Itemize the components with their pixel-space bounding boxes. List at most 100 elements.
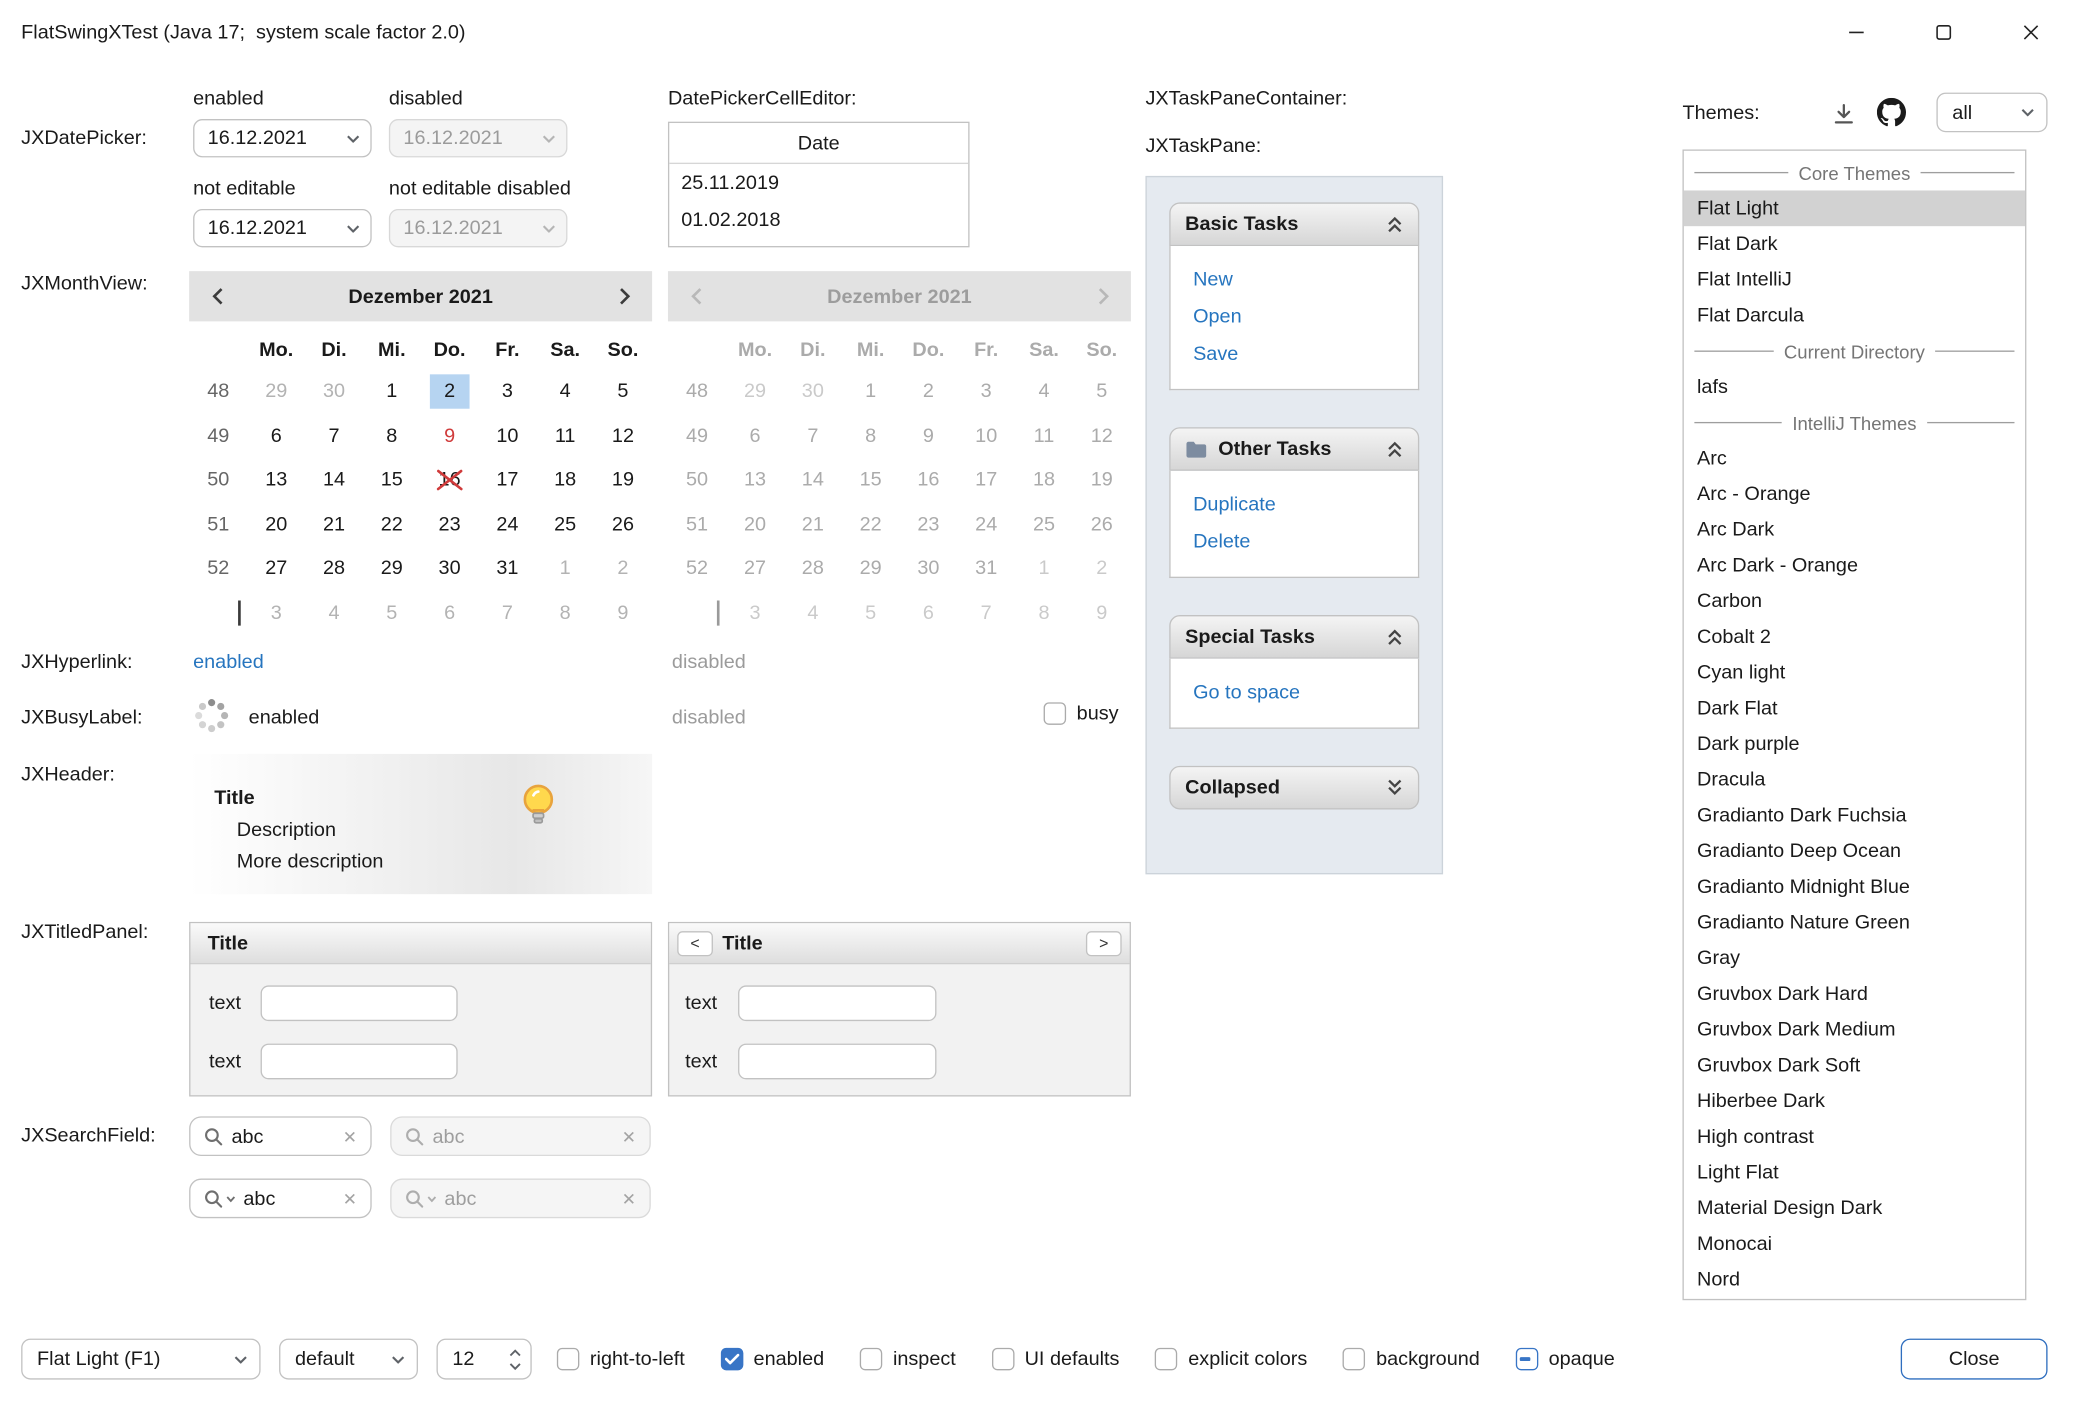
calendar-day[interactable]: 5 — [594, 369, 652, 413]
checkbox-group-background[interactable]: background — [1343, 1348, 1480, 1370]
calendar-day[interactable]: 29 — [726, 369, 784, 413]
theme-list-item[interactable]: Gruvbox Dark Hard — [1684, 976, 2025, 1012]
calendar-day[interactable]: 2 — [594, 546, 652, 590]
calendar-day[interactable]: 14 — [784, 458, 842, 502]
search-menu-icon[interactable] — [204, 1188, 236, 1208]
calendar-day[interactable]: 31 — [478, 546, 536, 590]
text-input[interactable] — [261, 985, 458, 1021]
theme-list-item[interactable]: Hiberbee Dark — [1684, 1083, 2025, 1119]
theme-list-item[interactable]: Flat IntelliJ — [1684, 262, 2025, 298]
close-button[interactable]: Close — [1901, 1339, 2048, 1380]
calendar-day[interactable]: 4 — [784, 591, 842, 635]
text-input[interactable] — [261, 1044, 458, 1080]
calendar-day[interactable]: 29 — [842, 546, 900, 590]
calendar-day[interactable]: 26 — [1073, 502, 1131, 546]
checkbox-opaque[interactable] — [1516, 1348, 1538, 1370]
calendar-day[interactable]: 18 — [1015, 458, 1073, 502]
close-window-button[interactable] — [1987, 0, 2074, 63]
calendar-day[interactable]: 7 — [784, 413, 842, 457]
calendar-day[interactable]: 25 — [536, 502, 594, 546]
calendar-day[interactable]: 27 — [247, 546, 305, 590]
themes-filter-combo[interactable]: all — [1936, 93, 2047, 133]
calendar-day[interactable]: 9 — [900, 413, 958, 457]
theme-list-item[interactable]: Cyan light — [1684, 655, 2025, 691]
datepicker-enabled[interactable]: 16.12.2021 — [193, 119, 372, 157]
theme-list-item[interactable]: Dark purple — [1684, 726, 2025, 762]
calendar-day[interactable]: 20 — [726, 502, 784, 546]
task-link[interactable]: Delete — [1193, 524, 1395, 561]
collapse-icon[interactable] — [1386, 216, 1403, 233]
calendar-day[interactable]: 6 — [726, 413, 784, 457]
table-row[interactable]: 25.11.2019 — [669, 164, 968, 201]
text-input[interactable] — [738, 985, 936, 1021]
calendar-day[interactable]: 3 — [726, 591, 784, 635]
checkbox-right-to-left[interactable] — [557, 1348, 579, 1370]
checkbox-group-opaque[interactable]: opaque — [1516, 1348, 1615, 1370]
searchfield-enabled[interactable]: abc ✕ — [189, 1116, 372, 1156]
calendar-day[interactable]: 15 — [363, 458, 421, 502]
busy-checkbox[interactable] — [1044, 702, 1066, 724]
github-icon[interactable] — [1876, 97, 1908, 129]
calendar-day[interactable]: 5 — [363, 591, 421, 635]
style-combo[interactable]: default — [279, 1339, 418, 1380]
collapse-icon[interactable] — [1386, 440, 1403, 457]
calendar-day[interactable]: 29 — [247, 369, 305, 413]
minimize-button[interactable] — [1812, 0, 1899, 63]
calendar-day[interactable]: 8 — [1015, 591, 1073, 635]
calendar-day[interactable]: 15 — [842, 458, 900, 502]
text-input[interactable] — [738, 1044, 936, 1080]
table-header-date[interactable]: Date — [669, 123, 968, 164]
font-size-spinner[interactable]: 12 — [436, 1339, 531, 1380]
task-pane-header[interactable]: Other Tasks — [1169, 427, 1419, 471]
theme-list-item[interactable]: Gradianto Nature Green — [1684, 905, 2025, 941]
calendar-day[interactable]: 23 — [421, 502, 479, 546]
calendar-day[interactable]: 17 — [957, 458, 1015, 502]
theme-list-item[interactable]: Arc Dark — [1684, 512, 2025, 548]
task-link[interactable]: Duplicate — [1193, 487, 1395, 524]
calendar-day[interactable]: 5 — [1073, 369, 1131, 413]
calendar-day[interactable]: 8 — [363, 413, 421, 457]
calendar-day[interactable]: 3 — [478, 369, 536, 413]
task-link[interactable]: Go to space — [1193, 675, 1395, 712]
calendar-day[interactable]: 22 — [363, 502, 421, 546]
calendar-day[interactable]: 12 — [594, 413, 652, 457]
task-link[interactable]: Save — [1193, 336, 1395, 373]
calendar-day[interactable]: 28 — [305, 546, 363, 590]
titledpanel-prev-button[interactable]: < — [677, 931, 713, 956]
collapse-icon[interactable] — [1386, 628, 1403, 645]
checkbox-group-explicit-colors[interactable]: explicit colors — [1155, 1348, 1307, 1370]
datepicker-dropdown-button[interactable] — [335, 210, 371, 246]
checkbox-group-ui-defaults[interactable]: UI defaults — [992, 1348, 1120, 1370]
spinner-down-button[interactable] — [509, 1362, 521, 1370]
checkbox-group-enabled[interactable]: enabled — [720, 1348, 824, 1370]
calendar-day[interactable]: 8 — [842, 413, 900, 457]
calendar-day[interactable]: 5 — [842, 591, 900, 635]
calendar-day[interactable]: 6 — [421, 591, 479, 635]
theme-list-item[interactable]: Dark Flat — [1684, 690, 2025, 726]
theme-list-item[interactable]: Material Design Dark — [1684, 1190, 2025, 1226]
task-pane-header[interactable]: Collapsed — [1169, 766, 1419, 810]
hyperlink-enabled[interactable]: enabled — [193, 651, 264, 673]
calendar-day[interactable]: 4 — [1015, 369, 1073, 413]
task-link[interactable]: New — [1193, 262, 1395, 299]
calendar-day[interactable]: 30 — [305, 369, 363, 413]
search-input[interactable]: abc — [231, 1125, 334, 1147]
theme-list-item[interactable]: Cobalt 2 — [1684, 619, 2025, 655]
calendar-day[interactable]: 7 — [957, 591, 1015, 635]
checkbox-enabled[interactable] — [720, 1348, 742, 1370]
datepicker-dropdown-button[interactable] — [335, 120, 371, 156]
calendar-day[interactable]: 24 — [957, 502, 1015, 546]
calendar-day[interactable]: 30 — [900, 546, 958, 590]
theme-list-item[interactable]: High contrast — [1684, 1119, 2025, 1155]
calendar-day[interactable]: 3 — [247, 591, 305, 635]
calendar-day[interactable]: 10 — [478, 413, 536, 457]
calendar-day[interactable]: 11 — [1015, 413, 1073, 457]
calendar-day[interactable]: 6 — [900, 591, 958, 635]
calendar-day[interactable]: 26 — [594, 502, 652, 546]
theme-list-item[interactable]: Gray — [1684, 940, 2025, 976]
task-pane-header[interactable]: Special Tasks — [1169, 615, 1419, 659]
calendar-day[interactable]: 27 — [726, 546, 784, 590]
theme-list-item[interactable]: Gradianto Dark Fuchsia — [1684, 798, 2025, 834]
calendar-day[interactable]: 21 — [305, 502, 363, 546]
calendar-day[interactable]: 14 — [305, 458, 363, 502]
